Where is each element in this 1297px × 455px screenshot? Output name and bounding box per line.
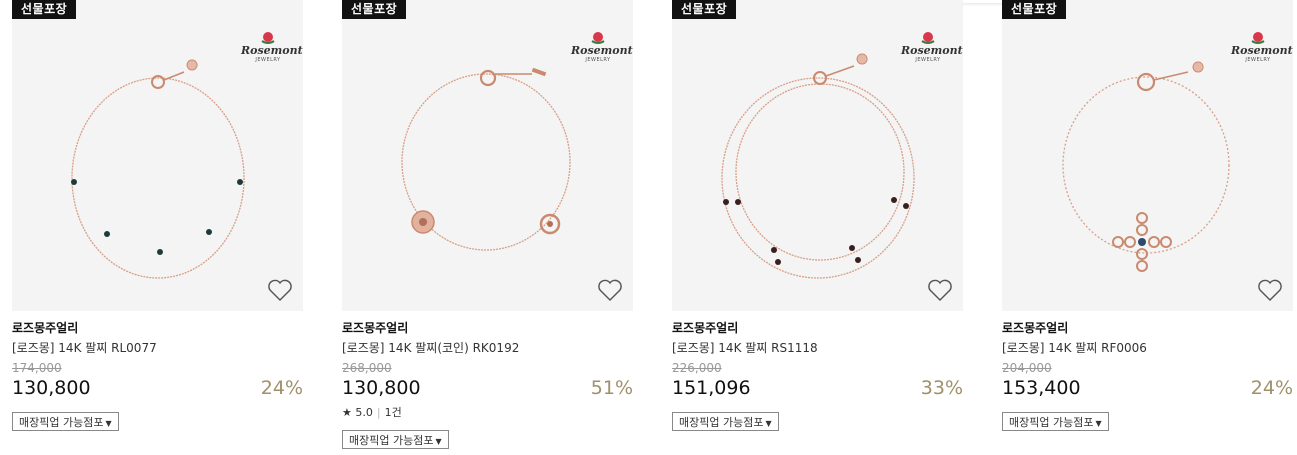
pickup-label: 매장픽업 가능점포	[19, 416, 104, 429]
caret-down-icon: ▼	[105, 419, 112, 428]
pickup-label: 매장픽업 가능점포	[679, 416, 764, 429]
store-pickup-button[interactable]: 매장픽업 가능점포 ▼	[672, 412, 779, 431]
product-image[interactable]: Rosemont JEWELRY	[1002, 0, 1293, 311]
product-grid: Rosemont JEWELRY 선물포장 로즈몽주얼리 [로즈몽] 14K 팔…	[0, 0, 1297, 455]
heart-outline-icon[interactable]	[1257, 278, 1283, 302]
logo-name: Rosemont	[571, 44, 633, 57]
product-name[interactable]: [로즈몽] 14K 팔찌 RF0006	[1002, 340, 1147, 356]
brand-logo: Rosemont JEWELRY	[571, 31, 633, 69]
review-count: 1건	[384, 406, 402, 419]
gift-wrap-badge: 선물포장	[1002, 0, 1067, 19]
product-image[interactable]: Rosemont JEWELRY	[12, 0, 303, 311]
discount-rate: 33%	[920, 377, 963, 399]
caret-down-icon: ▼	[765, 419, 772, 428]
logo-name: Rosemont	[901, 44, 963, 57]
brand-logo: Rosemont JEWELRY	[241, 31, 303, 69]
rating-value: 5.0	[355, 406, 373, 419]
brand-logo: Rosemont JEWELRY	[1231, 31, 1293, 69]
original-price: 268,000	[342, 361, 392, 375]
pickup-label: 매장픽업 가능점포	[1009, 416, 1094, 429]
product-brand[interactable]: 로즈몽주얼리	[342, 320, 408, 336]
discount-rate: 24%	[1250, 377, 1293, 399]
store-pickup-button[interactable]: 매장픽업 가능점포 ▼	[342, 430, 449, 449]
gift-wrap-badge: 선물포장	[672, 0, 737, 19]
product-image[interactable]: Rosemont JEWELRY	[342, 0, 633, 311]
logo-sub: JEWELRY	[1245, 57, 1271, 63]
sale-price: 153,400	[1002, 377, 1081, 399]
gift-wrap-badge: 선물포장	[342, 0, 407, 19]
rose-icon	[261, 32, 275, 44]
product-name[interactable]: [로즈몽] 14K 팔찌 RL0077	[12, 340, 157, 356]
star-icon: ★	[342, 406, 352, 419]
heart-outline-icon[interactable]	[267, 278, 293, 302]
caret-down-icon: ▼	[435, 437, 442, 446]
product-card[interactable]: Rosemont JEWELRY 선물포장 로즈몽주얼리 [로즈몽] 14K 팔…	[672, 0, 963, 455]
discount-rate: 24%	[260, 377, 303, 399]
sale-price: 130,800	[12, 377, 91, 399]
product-name[interactable]: [로즈몽] 14K 팔찌 RS1118	[672, 340, 818, 356]
product-card[interactable]: Rosemont JEWELRY 선물포장 로즈몽주얼리 [로즈몽] 14K 팔…	[1002, 0, 1293, 455]
pickup-label: 매장픽업 가능점포	[349, 434, 434, 447]
rose-icon	[591, 32, 605, 44]
sale-price: 130,800	[342, 377, 421, 399]
logo-name: Rosemont	[241, 44, 303, 57]
review-summary: ★ 5.0 | 1건	[342, 406, 402, 420]
heart-outline-icon[interactable]	[927, 278, 953, 302]
store-pickup-button[interactable]: 매장픽업 가능점포 ▼	[12, 412, 119, 431]
product-brand[interactable]: 로즈몽주얼리	[672, 320, 738, 336]
rose-icon	[1251, 32, 1265, 44]
original-price: 204,000	[1002, 361, 1052, 375]
logo-sub: JEWELRY	[255, 57, 281, 63]
logo-sub: JEWELRY	[915, 57, 941, 63]
rose-icon	[921, 32, 935, 44]
brand-logo: Rosemont JEWELRY	[901, 31, 963, 69]
sale-price: 151,096	[672, 377, 751, 399]
logo-sub: JEWELRY	[585, 57, 611, 63]
original-price: 226,000	[672, 361, 722, 375]
heart-outline-icon[interactable]	[597, 278, 623, 302]
product-card[interactable]: Rosemont JEWELRY 선물포장 로즈몽주얼리 [로즈몽] 14K 팔…	[12, 0, 303, 455]
product-card[interactable]: Rosemont JEWELRY 선물포장 로즈몽주얼리 [로즈몽] 14K 팔…	[342, 0, 633, 455]
product-name[interactable]: [로즈몽] 14K 팔찌(코인) RK0192	[342, 340, 519, 356]
gift-wrap-badge: 선물포장	[12, 0, 77, 19]
product-image[interactable]: Rosemont JEWELRY	[672, 0, 963, 311]
original-price: 174,000	[12, 361, 62, 375]
product-brand[interactable]: 로즈몽주얼리	[1002, 320, 1068, 336]
product-brand[interactable]: 로즈몽주얼리	[12, 320, 78, 336]
logo-name: Rosemont	[1231, 44, 1293, 57]
discount-rate: 51%	[590, 377, 633, 399]
caret-down-icon: ▼	[1095, 419, 1102, 428]
store-pickup-button[interactable]: 매장픽업 가능점포 ▼	[1002, 412, 1109, 431]
divider: |	[376, 406, 381, 419]
